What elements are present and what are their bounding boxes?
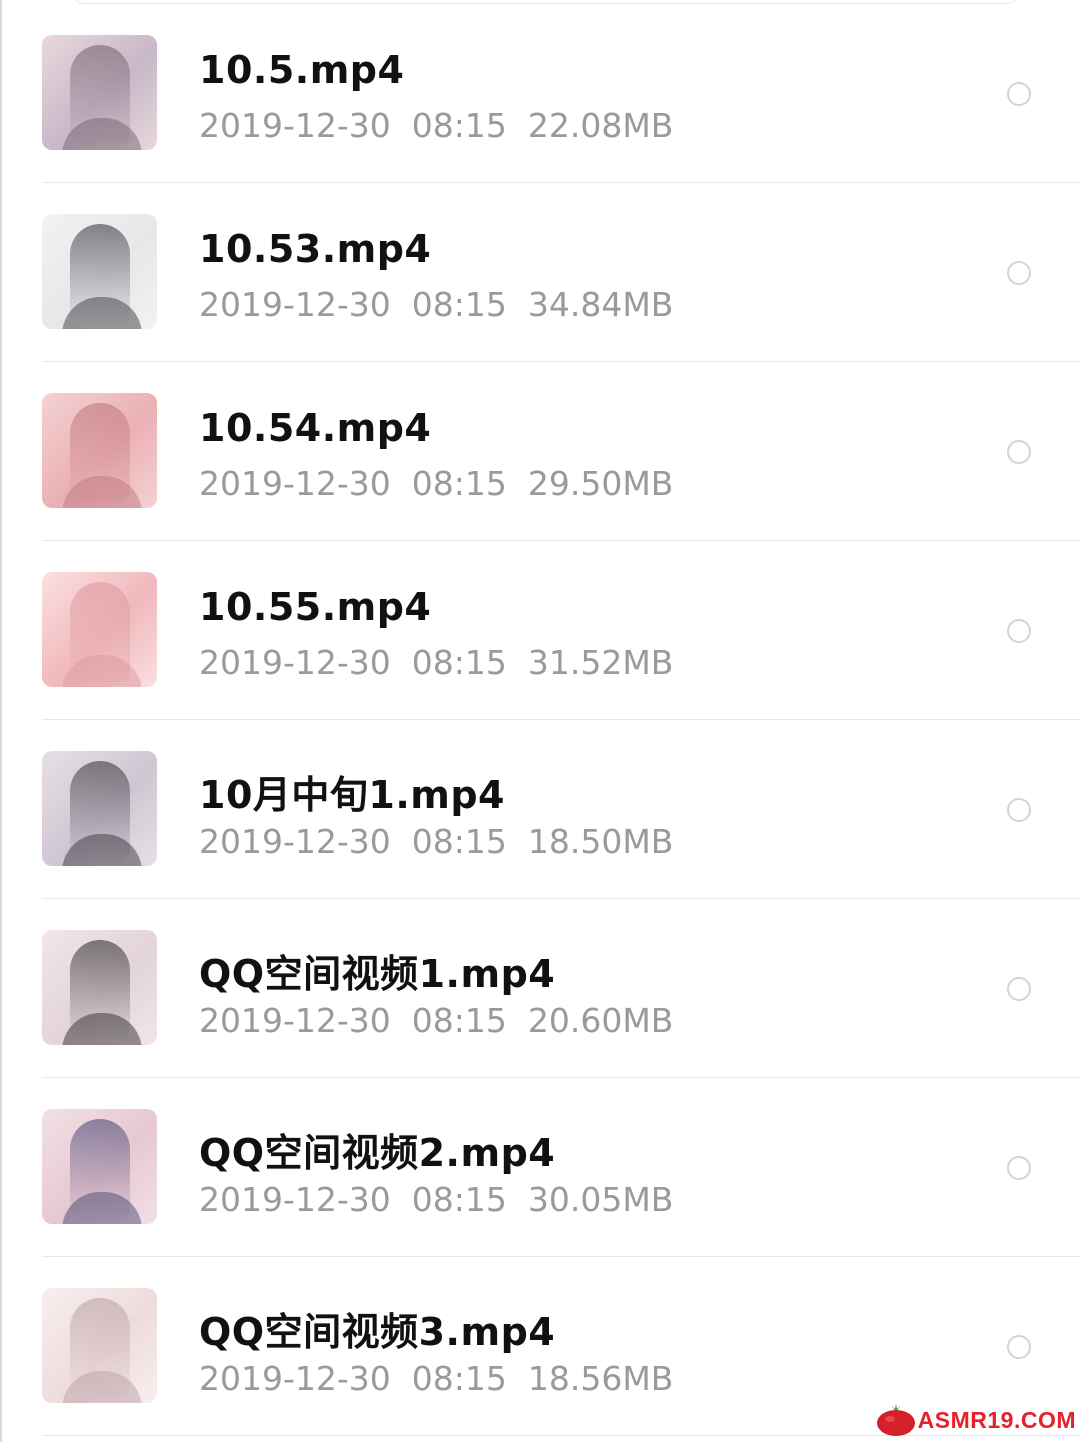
file-date: 2019-12-30 xyxy=(199,285,391,324)
file-name: 10.54.mp4 xyxy=(199,406,432,450)
file-meta: 2019-12-30 08:15 20.60MB xyxy=(199,1001,673,1040)
file-date: 2019-12-30 xyxy=(199,822,391,861)
select-radio[interactable] xyxy=(1007,977,1031,1001)
file-time: 08:15 xyxy=(411,464,507,503)
file-row[interactable]: 10.5.mp4 2019-12-30 08:15 22.08MB xyxy=(0,4,1080,183)
file-size: 18.50MB xyxy=(527,822,674,861)
file-name: 10.53.mp4 xyxy=(199,227,432,271)
file-name: QQ空间视频2.mp4 xyxy=(199,1131,556,1175)
file-size: 31.52MB xyxy=(527,643,674,682)
file-time: 08:15 xyxy=(411,1001,507,1040)
file-row[interactable]: QQ空间视频1.mp4 2019-12-30 08:15 20.60MB xyxy=(0,899,1080,1078)
file-name: 10月中旬1.mp4 xyxy=(199,773,505,817)
file-date: 2019-12-30 xyxy=(199,1359,391,1398)
select-radio[interactable] xyxy=(1007,261,1031,285)
file-row[interactable]: 10.54.mp4 2019-12-30 08:15 29.50MB xyxy=(0,362,1080,541)
video-thumbnail[interactable] xyxy=(42,751,157,866)
video-thumbnail[interactable] xyxy=(42,930,157,1045)
file-date: 2019-12-30 xyxy=(199,1001,391,1040)
file-time: 08:15 xyxy=(411,106,507,145)
file-size: 18.56MB xyxy=(527,1359,674,1398)
file-size: 22.08MB xyxy=(527,106,674,145)
video-thumbnail[interactable] xyxy=(42,1109,157,1224)
file-list: 10.5.mp4 2019-12-30 08:15 22.08MB 10.53.… xyxy=(0,4,1080,1436)
file-meta: 2019-12-30 08:15 30.05MB xyxy=(199,1180,673,1219)
select-radio[interactable] xyxy=(1007,82,1031,106)
select-radio[interactable] xyxy=(1007,619,1031,643)
select-radio[interactable] xyxy=(1007,1335,1031,1359)
file-row[interactable]: 10.55.mp4 2019-12-30 08:15 31.52MB xyxy=(0,541,1080,720)
file-size: 20.60MB xyxy=(527,1001,674,1040)
video-thumbnail[interactable] xyxy=(42,572,157,687)
video-thumbnail[interactable] xyxy=(42,35,157,150)
file-date: 2019-12-30 xyxy=(199,464,391,503)
select-radio[interactable] xyxy=(1007,1156,1031,1180)
file-name: QQ空间视频3.mp4 xyxy=(199,1310,556,1354)
watermark-text: ASMR19.COM xyxy=(917,1406,1076,1433)
file-size: 34.84MB xyxy=(527,285,674,324)
file-meta: 2019-12-30 08:15 29.50MB xyxy=(199,464,673,503)
file-size: 30.05MB xyxy=(527,1180,674,1219)
file-time: 08:15 xyxy=(411,1180,507,1219)
file-name: 10.55.mp4 xyxy=(199,585,432,629)
file-row[interactable]: 10月中旬1.mp4 2019-12-30 08:15 18.50MB xyxy=(0,720,1080,899)
file-name: 10.5.mp4 xyxy=(199,48,405,92)
file-meta: 2019-12-30 08:15 18.50MB xyxy=(199,822,673,861)
watermark: ASMR19.COM xyxy=(876,1400,1076,1440)
file-meta: 2019-12-30 08:15 22.08MB xyxy=(199,106,673,145)
file-meta: 2019-12-30 08:15 34.84MB xyxy=(199,285,673,324)
video-thumbnail[interactable] xyxy=(42,393,157,508)
file-date: 2019-12-30 xyxy=(199,106,391,145)
file-time: 08:15 xyxy=(411,643,507,682)
file-meta: 2019-12-30 08:15 31.52MB xyxy=(199,643,673,682)
file-date: 2019-12-30 xyxy=(199,643,391,682)
file-row[interactable]: QQ空间视频2.mp4 2019-12-30 08:15 30.05MB xyxy=(0,1078,1080,1257)
video-thumbnail[interactable] xyxy=(42,1288,157,1403)
select-radio[interactable] xyxy=(1007,440,1031,464)
tomato-icon xyxy=(876,1403,916,1437)
file-name: QQ空间视频1.mp4 xyxy=(199,952,556,996)
file-time: 08:15 xyxy=(411,285,507,324)
file-time: 08:15 xyxy=(411,1359,507,1398)
file-date: 2019-12-30 xyxy=(199,1180,391,1219)
file-size: 29.50MB xyxy=(527,464,674,503)
file-time: 08:15 xyxy=(411,822,507,861)
file-row[interactable]: 10.53.mp4 2019-12-30 08:15 34.84MB xyxy=(0,183,1080,362)
file-meta: 2019-12-30 08:15 18.56MB xyxy=(199,1359,673,1398)
select-radio[interactable] xyxy=(1007,798,1031,822)
video-thumbnail[interactable] xyxy=(42,214,157,329)
